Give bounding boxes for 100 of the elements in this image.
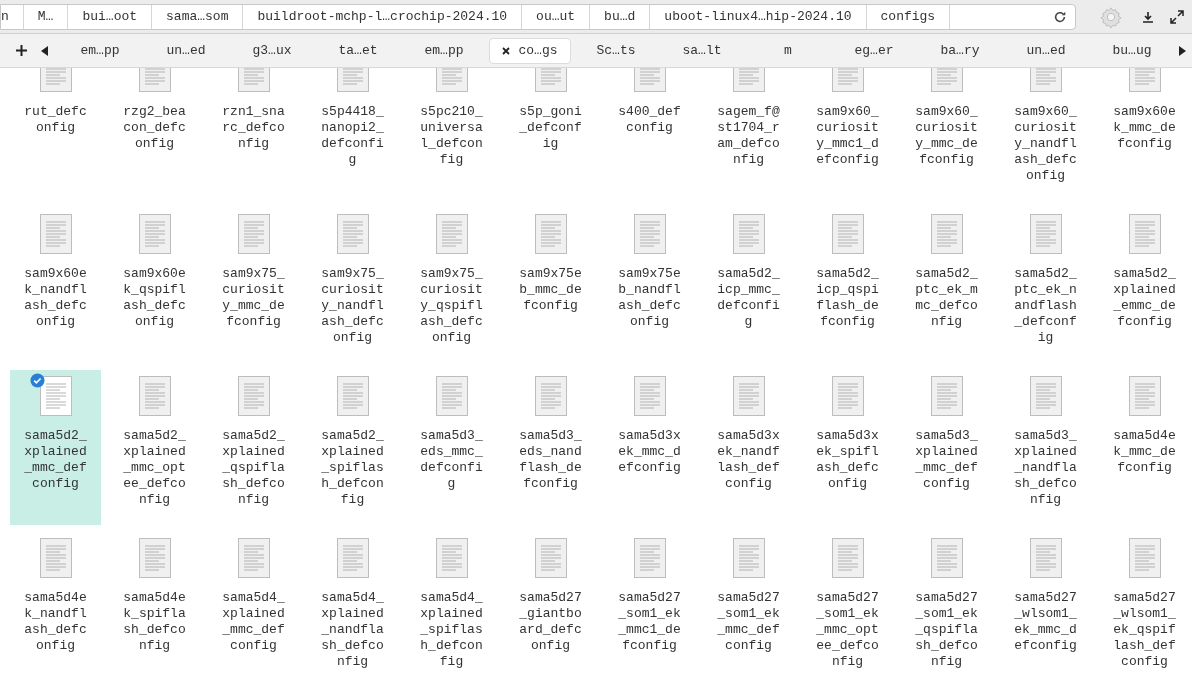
file-item[interactable]: sam9x60ek_nandflash_defconfig — [10, 208, 101, 363]
file-item[interactable]: sam9x60_curiosity_mmc1_defconfig — [802, 68, 893, 201]
tab[interactable]: bu…ug — [1091, 37, 1173, 64]
file-item[interactable]: sam9x75_curiosity_mmc_defconfig — [208, 208, 299, 363]
file-item[interactable]: sama5d2_ptc_ek_mmc_defconfig — [901, 208, 992, 363]
document-icon — [732, 538, 765, 578]
reload-icon[interactable] — [1053, 9, 1067, 24]
file-item[interactable]: sama5d2_xplained_emmc_defconfig — [1099, 208, 1190, 363]
file-item[interactable]: sama5d3_eds_mmc_defconfig — [406, 370, 497, 525]
file-name: s400_defconfig — [618, 104, 681, 136]
breadcrumb-item[interactable]: n — [1, 4, 24, 29]
add-tab-icon[interactable] — [16, 45, 27, 56]
file-item[interactable]: sama5d27_som1_ek_mmc1_defconfig — [604, 532, 695, 675]
file-item[interactable]: rzn1_snarc_defconfig — [208, 68, 299, 201]
file-item[interactable]: sama5d2_ptc_ek_nandflash_defconfig — [1000, 208, 1091, 363]
tab[interactable]: ba…ry — [919, 37, 1001, 64]
tab[interactable]: co…gs — [489, 37, 571, 64]
file-item[interactable]: sama5d4ek_spiflash_defconfig — [109, 532, 200, 675]
file-item[interactable]: sam9x75_curiosity_nandflash_defconfig — [307, 208, 398, 363]
scroll-left-icon[interactable] — [41, 45, 49, 56]
download-icon[interactable] — [1142, 10, 1154, 23]
file-item[interactable]: sama5d2_xplained_mmc_optee_defconfig — [109, 370, 200, 525]
document-icon — [930, 214, 963, 254]
tab[interactable]: un…ed — [145, 37, 227, 64]
tab[interactable]: sa…lt — [661, 37, 743, 64]
document-icon — [534, 538, 567, 578]
file-item[interactable]: sama5d27_som1_ek_qspiflash_defconfig — [901, 532, 992, 675]
file-name: sama5d27_som1_ek_mmc_defconfig — [717, 590, 780, 654]
tab[interactable]: ta…et — [317, 37, 399, 64]
file-item[interactable]: sama5d4ek_nandflash_defconfig — [10, 532, 101, 675]
document-icon — [336, 214, 369, 254]
file-item[interactable]: sama5d4_xplained_spiflash_defconfig — [406, 532, 497, 675]
file-name: sama5d4ek_nandflash_defconfig — [24, 590, 87, 654]
tab[interactable]: Sc…ts — [575, 37, 657, 64]
document-icon — [831, 376, 864, 416]
file-item[interactable]: rut_defconfig — [10, 68, 101, 201]
breadcrumb-item[interactable]: bui…oot — [68, 4, 153, 29]
breadcrumb-item[interactable]: ou…ut — [522, 4, 591, 29]
file-item[interactable]: sama5d3_eds_nandflash_defconfig — [505, 370, 596, 525]
file-name: sama5d27_wlsom1_ek_mmc_defconfig — [1014, 590, 1077, 654]
file-item[interactable]: sama5d27_som1_ek_mmc_optee_defconfig — [802, 532, 893, 675]
file-item[interactable]: s400_defconfig — [604, 68, 695, 201]
file-name: rzg2_beacon_defconfig — [123, 104, 186, 152]
file-item[interactable]: sam9x75eb_nandflash_defconfig — [604, 208, 695, 363]
file-name: sama5d4ek_mmc_defconfig — [1113, 428, 1176, 476]
file-name: sama5d27_som1_ek_mmc1_defconfig — [618, 590, 681, 654]
close-icon[interactable] — [502, 46, 511, 55]
tab[interactable]: em…pp — [59, 37, 141, 64]
file-name: sam9x75eb_mmc_defconfig — [519, 266, 582, 314]
tab[interactable]: m — [747, 37, 829, 64]
document-icon — [138, 538, 171, 578]
breadcrumb-item[interactable]: sama…som — [152, 4, 244, 29]
file-name: sama5d2_xplained_emmc_defconfig — [1113, 266, 1176, 330]
file-item[interactable]: s5p4418_nanopi2_defconfig — [307, 68, 398, 201]
file-name: sam9x60_curiosity_nandflash_defconfig — [1014, 104, 1077, 184]
breadcrumb-item[interactable]: uboot-linux4…hip-2024.10 — [650, 4, 867, 29]
file-item[interactable]: sama5d2_xplained_qspiflash_defconfig — [208, 370, 299, 525]
file-item[interactable]: sama5d27_som1_ek_mmc_defconfig — [703, 532, 794, 675]
file-item[interactable]: sam9x60ek_qspiflash_defconfig — [109, 208, 200, 363]
file-item[interactable]: sama5d3xek_spiflash_defconfig — [802, 370, 893, 525]
file-name: sam9x75eb_nandflash_defconfig — [618, 266, 681, 330]
fullscreen-icon[interactable] — [1170, 9, 1184, 24]
file-item[interactable]: sam9x60_curiosity_mmc_defconfig — [901, 68, 992, 201]
file-name: sama5d2_xplained_qspiflash_defconfig — [222, 428, 285, 508]
file-item[interactable]: rzg2_beacon_defconfig — [109, 68, 200, 201]
breadcrumb-item[interactable]: bu…d — [590, 4, 651, 29]
breadcrumb-item[interactable]: buildroot-mchp-l…crochip-2024.10 — [243, 4, 523, 29]
file-item[interactable]: sama5d27_giantboard_defconfig — [505, 532, 596, 675]
file-item[interactable]: sama5d27_wlsom1_ek_qspiflash_defconfig — [1099, 532, 1190, 675]
file-item[interactable]: sama5d2_xplained_spiflash_defconfig — [307, 370, 398, 525]
file-item[interactable]: sama5d3xek_mmc_defconfig — [604, 370, 695, 525]
file-item[interactable]: sama5d27_wlsom1_ek_mmc_defconfig — [1000, 532, 1091, 675]
tab[interactable]: un…ed — [1005, 37, 1087, 64]
file-item[interactable]: sam9x75eb_mmc_defconfig — [505, 208, 596, 363]
tab[interactable]: g3…ux — [231, 37, 313, 64]
breadcrumb-item[interactable]: configs — [866, 4, 951, 29]
file-item[interactable]: sama5d3_xplained_nandflash_defconfig — [1000, 370, 1091, 525]
document-icon — [336, 376, 369, 416]
file-item[interactable]: sama5d4_xplained_nandflash_defconfig — [307, 532, 398, 675]
file-name: sam9x60_curiosity_mmc_defconfig — [915, 104, 978, 168]
file-item[interactable]: sam9x60ek_mmc_defconfig — [1099, 68, 1190, 201]
scroll-right-icon[interactable] — [1178, 45, 1186, 56]
breadcrumb-item[interactable]: M… — [23, 4, 69, 29]
tab[interactable]: em…pp — [403, 37, 485, 64]
file-name: sama5d2_xplained_spiflash_defconfig — [321, 428, 384, 508]
file-item[interactable]: sama5d4ek_mmc_defconfig — [1099, 370, 1190, 525]
file-name: sama5d27_giantboard_defconfig — [519, 590, 582, 654]
file-item[interactable]: s5p_goni_defconfig — [505, 68, 596, 201]
file-item[interactable]: sama5d2_icp_mmc_defconfig — [703, 208, 794, 363]
tab[interactable]: eg…er — [833, 37, 915, 64]
file-item[interactable]: sam9x75_curiosity_qspiflash_defconfig — [406, 208, 497, 363]
file-item[interactable]: s5pc210_universal_defconfig — [406, 68, 497, 201]
file-item[interactable]: sama5d2_icp_qspiflash_defconfig — [802, 208, 893, 363]
file-item[interactable]: sama5d4_xplained_mmc_defconfig — [208, 532, 299, 675]
file-item[interactable]: sagem_f@st1704_ram_defconfig — [703, 68, 794, 201]
document-icon — [930, 376, 963, 416]
file-item[interactable]: sama5d2_xplained_mmc_defconfig — [10, 370, 101, 525]
file-item[interactable]: sama5d3_xplained_mmc_defconfig — [901, 370, 992, 525]
file-item[interactable]: sama5d3xek_nandflash_defconfig — [703, 370, 794, 525]
file-item[interactable]: sam9x60_curiosity_nandflash_defconfig — [1000, 68, 1091, 201]
